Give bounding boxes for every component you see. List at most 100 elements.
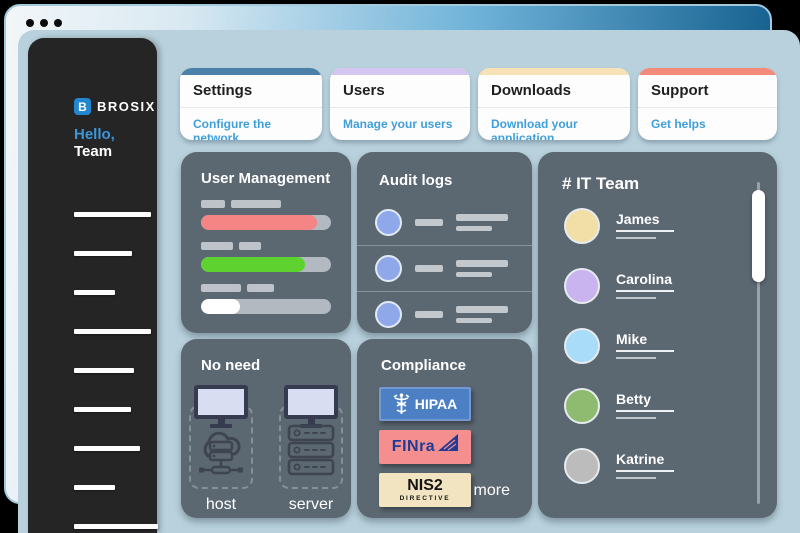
monitor-icon [284, 385, 338, 428]
it-team-card: # IT Team James Carolina [538, 152, 777, 518]
name-underline [616, 230, 674, 232]
brosix-logo-text: BROSIX [97, 99, 156, 114]
scrollbar-track[interactable] [757, 182, 760, 504]
placeholder-label-bar [231, 200, 281, 208]
team-member-row[interactable]: Katrine [564, 448, 733, 508]
window-dot-icon[interactable] [40, 19, 48, 27]
placeholder-text-bar [616, 237, 656, 239]
progress-bar [201, 215, 331, 230]
caduceus-icon [393, 393, 410, 415]
finra-flag-icon [438, 434, 458, 453]
placeholder-text-bar [616, 417, 656, 419]
team-member-row[interactable]: Betty [564, 388, 733, 448]
placeholder-text-bar [616, 357, 656, 359]
it-team-member-list: James Carolina Mike [564, 208, 733, 508]
sidebar-menu-item[interactable] [74, 251, 132, 256]
sidebar-menu-item[interactable] [74, 485, 115, 490]
nis2-badge-sublabel: DIRECTIVE [400, 496, 451, 503]
cloud-server-icon [195, 428, 247, 483]
sidebar-menu-item[interactable] [74, 368, 134, 373]
audit-log-row[interactable] [357, 200, 532, 245]
sidebar-menu-item[interactable] [74, 329, 151, 334]
server-dashed-box [279, 405, 343, 489]
sidebar-menu-item[interactable] [74, 212, 151, 217]
sidebar: B BROSIX Hello, Team [28, 38, 157, 533]
brosix-logo-icon: B [74, 98, 91, 115]
nav-card-support[interactable]: Support Get helps [638, 68, 777, 140]
nav-card-subtitle[interactable]: Configure the network [180, 108, 322, 140]
nav-card-title: Settings [180, 75, 322, 108]
placeholder-text-bar [456, 260, 508, 267]
nav-card-downloads[interactable]: Downloads Download your application [478, 68, 630, 140]
name-underline [616, 350, 674, 352]
placeholder-label-bar [247, 284, 274, 292]
nav-card-accent [478, 68, 630, 75]
nav-card-subtitle[interactable]: Download your application [478, 108, 630, 140]
user-avatar-icon [375, 255, 402, 282]
window-controls[interactable] [26, 19, 62, 27]
audit-log-row[interactable] [357, 245, 532, 291]
name-underline [616, 410, 674, 412]
monitor-icon [194, 385, 248, 428]
nav-card-accent [180, 68, 322, 75]
member-name: Carolina [616, 271, 674, 287]
scrollbar-thumb[interactable] [752, 190, 765, 282]
window-dot-icon[interactable] [26, 19, 34, 27]
nav-card-settings[interactable]: Settings Configure the network [180, 68, 322, 140]
placeholder-label-bar [201, 284, 241, 292]
sidebar-menu-item[interactable] [74, 446, 140, 451]
server-option: server [279, 385, 343, 514]
team-member-row[interactable]: James [564, 208, 733, 268]
nis2-badge[interactable]: NIS2 DIRECTIVE [379, 473, 471, 507]
member-avatar-icon [564, 328, 600, 364]
user-stat-row [201, 200, 331, 230]
hipaa-badge[interactable]: HIPAA [379, 387, 471, 421]
host-option: host [189, 385, 253, 514]
placeholder-text-bar [415, 311, 443, 318]
placeholder-text-bar [616, 297, 656, 299]
placeholder-label-bar [239, 242, 261, 250]
nis2-badge-label: NIS2 [407, 478, 443, 494]
finra-badge-label: FINra [392, 438, 435, 456]
it-team-title: # IT Team [562, 174, 639, 194]
nav-card-subtitle[interactable]: Get helps [638, 108, 777, 140]
finra-badge[interactable]: FINra [379, 430, 471, 464]
greeting-hello: Hello, [74, 126, 115, 143]
member-name: Betty [616, 391, 674, 407]
progress-bar [201, 257, 331, 272]
compliance-card: Compliance HIPAA FINra [357, 339, 532, 518]
member-name: Katrine [616, 451, 674, 467]
placeholder-text-bar [456, 214, 508, 221]
greeting: Hello, Team [74, 126, 157, 160]
progress-bar [201, 299, 331, 314]
member-avatar-icon [564, 388, 600, 424]
team-member-row[interactable]: Carolina [564, 268, 733, 328]
server-rack-icon [286, 424, 336, 483]
placeholder-label-bar [201, 242, 233, 250]
nav-card-users[interactable]: Users Manage your users [330, 68, 470, 140]
audit-log-row[interactable] [357, 291, 532, 337]
team-member-row[interactable]: Mike [564, 328, 733, 388]
hipaa-badge-label: HIPAA [415, 396, 458, 412]
host-dashed-box [189, 405, 253, 489]
member-avatar-icon [564, 448, 600, 484]
window-dot-icon[interactable] [54, 19, 62, 27]
no-need-title: No need [201, 357, 351, 374]
placeholder-label-bar [201, 200, 225, 208]
placeholder-text-bar [456, 306, 508, 313]
nav-card-subtitle[interactable]: Manage your users [330, 108, 470, 140]
user-management-title: User Management [201, 170, 351, 187]
sidebar-menu-item[interactable] [74, 524, 158, 529]
sidebar-menu-item[interactable] [74, 290, 115, 295]
name-underline [616, 290, 674, 292]
audit-logs-card: Audit logs [357, 152, 532, 333]
placeholder-text-bar [456, 226, 492, 231]
user-stat-row [201, 284, 331, 314]
nav-card-title: Users [330, 75, 470, 108]
user-avatar-icon [375, 209, 402, 236]
user-management-card: User Management [181, 152, 351, 333]
user-stat-row [201, 242, 331, 272]
sidebar-menu-item[interactable] [74, 407, 131, 412]
more-link[interactable]: more [474, 482, 510, 500]
name-underline [616, 470, 674, 472]
